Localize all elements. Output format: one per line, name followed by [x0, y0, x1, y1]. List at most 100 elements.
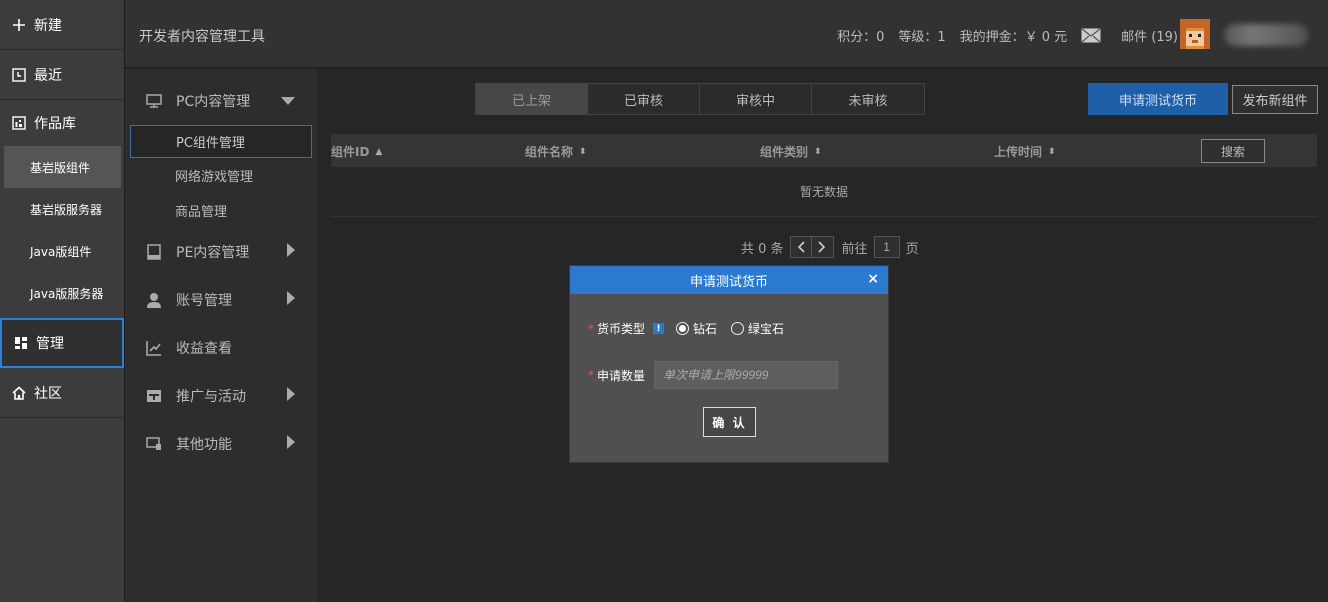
deposit-text: 我的押金：￥ 0 元 [959, 30, 1068, 45]
nav-pc-content[interactable]: PC内容管理 [125, 77, 317, 125]
top-bar: 开发者内容管理工具 积分：0 等级：1 我的押金：￥ 0 元 邮件 (19) [125, 0, 1328, 68]
goto-label: 前往 [841, 241, 868, 257]
nav-bedrock-component[interactable]: 基岩版组件 [4, 146, 121, 188]
nav-account-manage-label: 账号管理 [176, 293, 232, 309]
nav-account-manage[interactable]: 账号管理 [125, 276, 317, 324]
search-button[interactable]: 搜索 [1201, 139, 1265, 163]
nav-online-game-manage[interactable]: 网络游戏管理 [125, 158, 317, 193]
total-count: 共 0 条 [741, 241, 784, 257]
nav-java-component[interactable]: Java版组件 [0, 230, 124, 272]
column-upload-time-label: 上传时间 [994, 145, 1043, 159]
caret-right-icon [287, 387, 295, 405]
tab-in-review[interactable]: 审核中 [700, 84, 812, 114]
avatar[interactable] [1180, 19, 1210, 49]
tab-unreviewed[interactable]: 未审核 [812, 84, 924, 114]
mail-icon [1081, 28, 1101, 43]
nav-goods-manage-label: 商品管理 [175, 205, 228, 220]
chevron-left-icon [797, 241, 805, 253]
tab-listed[interactable]: 已上架 [476, 84, 588, 114]
apply-currency-dialog: 申请测试货币 × * 货币类型 ! 钻石 绿宝石 * 申请数量 确 认 [569, 265, 889, 463]
amount-input[interactable] [654, 361, 839, 389]
column-category[interactable]: 组件类别 ⬍ [760, 143, 822, 160]
radio-emerald-label[interactable]: 绿宝石 [748, 320, 784, 337]
promotion-icon [145, 388, 163, 404]
sort-icon: ⬍ [1048, 146, 1056, 157]
required-mark: * [588, 368, 594, 382]
library-label: 作品库 [34, 116, 76, 132]
chart-icon [145, 340, 163, 356]
nav-promotion[interactable]: 推广与活动 [125, 372, 317, 420]
column-category-label: 组件类别 [760, 145, 809, 159]
required-mark: * [588, 321, 594, 336]
page-title: 开发者内容管理工具 [139, 29, 265, 45]
currency-type-row: * 货币类型 ! 钻石 绿宝石 [588, 320, 798, 337]
dialog-title: 申请测试货币 [689, 274, 768, 290]
prev-page-button[interactable] [789, 236, 812, 258]
next-page-button[interactable] [811, 236, 834, 258]
nav-revenue-label: 收益查看 [176, 341, 232, 357]
nav-pe-content-label: PE内容管理 [176, 245, 250, 261]
mail-label: 邮件 (19) [1121, 30, 1178, 45]
column-upload-time[interactable]: 上传时间 ⬍ [994, 143, 1056, 160]
clock-icon [11, 67, 27, 83]
publish-component-button[interactable]: 发布新组件 [1232, 85, 1318, 114]
recent-label: 最近 [34, 67, 62, 84]
secondary-nav: PC内容管理 PC组件管理 网络游戏管理 商品管理 PE内容管理 账号管理 收益… [125, 69, 317, 602]
nav-pe-content[interactable]: PE内容管理 [125, 228, 317, 276]
chevron-right-icon [818, 241, 826, 253]
info-icon[interactable]: ! [653, 323, 665, 334]
empty-data-text: 暂无数据 [331, 167, 1317, 217]
sort-icon: ⬍ [579, 146, 587, 157]
radio-diamond-label[interactable]: 钻石 [693, 320, 717, 337]
community-button[interactable]: 社区 [0, 368, 124, 418]
nav-revenue[interactable]: 收益查看 [125, 324, 317, 372]
new-button[interactable]: 新建 [0, 0, 124, 50]
nav-java-server-label: Java版服务器 [30, 286, 104, 301]
confirm-button[interactable]: 确 认 [703, 407, 756, 437]
dashboard-icon [13, 335, 29, 351]
screen-tools-icon [145, 436, 163, 452]
nav-pc-component-manage-label: PC组件管理 [176, 136, 245, 151]
component-table: 组件ID ▲ 组件名称 ⬍ 组件类别 ⬍ 上传时间 ⬍ 搜索 暂无数据 [331, 134, 1317, 217]
library-button[interactable]: 作品库 [0, 100, 124, 146]
nav-pc-content-label: PC内容管理 [176, 94, 251, 110]
caret-right-icon [287, 291, 295, 309]
nav-pc-component-manage[interactable]: PC组件管理 [130, 125, 312, 158]
tab-reviewed[interactable]: 已审核 [588, 84, 700, 114]
recent-button[interactable]: 最近 [0, 50, 124, 100]
nav-bedrock-component-label: 基岩版组件 [30, 160, 91, 175]
amount-label: 申请数量 [597, 368, 646, 383]
points-text: 积分：0 [837, 30, 885, 45]
apply-test-currency-button[interactable]: 申请测试货币 [1088, 83, 1228, 115]
nav-other[interactable]: 其他功能 [125, 420, 317, 468]
left-nav: 新建 最近 作品库 基岩版组件 基岩版服务器 Java版组件 Java版服务器 … [0, 0, 125, 602]
nav-promotion-label: 推广与活动 [176, 389, 246, 405]
status-tabs: 已上架 已审核 审核中 未审核 [475, 83, 925, 115]
nav-java-server[interactable]: Java版服务器 [0, 272, 124, 314]
nav-bedrock-server[interactable]: 基岩版服务器 [0, 188, 124, 230]
caret-down-icon [281, 93, 295, 109]
user-icon [145, 292, 163, 308]
sort-asc-icon: ▲ [375, 146, 383, 157]
manage-button[interactable]: 管理 [0, 318, 124, 368]
nav-other-label: 其他功能 [176, 437, 232, 453]
mail-button[interactable]: 邮件 (19) [1081, 26, 1178, 45]
column-name[interactable]: 组件名称 ⬍ [525, 143, 587, 160]
user-stats: 积分：0 等级：1 我的押金：￥ 0 元 邮件 (19) [823, 26, 1178, 45]
nav-java-component-label: Java版组件 [30, 244, 92, 259]
nav-goods-manage[interactable]: 商品管理 [125, 193, 317, 228]
radio-emerald[interactable] [731, 322, 745, 335]
close-icon[interactable]: × [867, 271, 879, 287]
home-icon [11, 385, 27, 401]
column-id[interactable]: 组件ID ▲ [331, 143, 382, 160]
page-number-input[interactable] [873, 236, 900, 258]
column-id-label: 组件ID [331, 145, 370, 159]
radio-diamond[interactable] [676, 322, 690, 335]
sort-icon: ⬍ [814, 146, 822, 157]
table-header: 组件ID ▲ 组件名称 ⬍ 组件类别 ⬍ 上传时间 ⬍ 搜索 [331, 134, 1317, 167]
plus-icon [11, 17, 27, 33]
amount-row: * 申请数量 [588, 361, 839, 389]
nav-online-game-manage-label: 网络游戏管理 [175, 170, 254, 185]
tablet-icon [145, 244, 163, 260]
monitor-icon [145, 93, 163, 109]
